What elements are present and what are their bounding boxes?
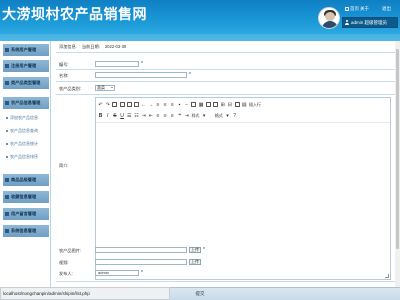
- sidebar-item-messages[interactable]: 用户留言管理: [3, 208, 49, 220]
- breadcrumb: 添加信息: 当前日期: 2022-03-30: [59, 44, 127, 49]
- header-stripe: [0, 34, 400, 41]
- number-label: 编号:: [59, 62, 69, 67]
- sidebar: 系统用户管理 注册用户管理 类产品类型管理 农产品信息管理 添加农产品信息 农产…: [0, 41, 51, 300]
- align-left-icon[interactable]: ≡: [156, 102, 161, 108]
- submit-button[interactable]: 提交: [180, 289, 220, 298]
- main-form: 添加信息: 当前日期: 2022-03-30 编号: * 名称: * 农产品类别: …: [56, 41, 400, 287]
- fullscreen-icon[interactable]: [234, 102, 240, 107]
- redo2-icon[interactable]: →: [148, 102, 153, 108]
- bold-icon[interactable]: B: [98, 113, 103, 119]
- link-icon[interactable]: ⊞: [220, 102, 225, 108]
- menu-icon: [5, 229, 9, 233]
- video-input[interactable]: [95, 259, 187, 265]
- indent2-icon[interactable]: ⇥: [184, 113, 189, 119]
- sidebar-item-product-types[interactable]: 类产品类型管理: [3, 77, 49, 89]
- strike-icon[interactable]: S: [112, 113, 117, 119]
- minus-icon[interactable]: −: [184, 102, 189, 108]
- align-center2-icon[interactable]: ≡: [163, 113, 168, 119]
- image-label: 农产品图片:: [59, 248, 82, 253]
- media-icon[interactable]: [213, 102, 218, 107]
- user-badge[interactable]: admin 超级管理员: [342, 17, 398, 28]
- logout-link[interactable]: 退出: [382, 6, 391, 12]
- bullet-icon: [6, 116, 8, 119]
- insert-more[interactable]: 插入行: [249, 102, 261, 108]
- undo-icon[interactable]: ←: [141, 102, 146, 108]
- redo-icon[interactable]: ↷: [105, 102, 110, 108]
- print-icon[interactable]: [119, 102, 125, 107]
- menu-icon: [5, 101, 9, 105]
- video-label: 视频:: [59, 260, 69, 265]
- publisher-label: 发布人:: [59, 271, 73, 276]
- sidebar-item-grade[interactable]: 商品品级管理: [3, 174, 49, 186]
- italic-icon[interactable]: I: [105, 113, 110, 119]
- align-right-icon[interactable]: ≡: [170, 102, 175, 108]
- table-icon[interactable]: ▦: [199, 102, 204, 108]
- number-input[interactable]: [95, 61, 139, 67]
- sidebar-item-system-users[interactable]: 系统用户管理: [3, 44, 49, 56]
- editor-toolbar-1: ↶ ↷ ← → ≡ ≡ ≡ ▪ − ▦ ⊞ ⊟ ▤ 插入行: [98, 100, 261, 109]
- status-url: localhost/nongchanpin/admin/shipin/list.…: [0, 287, 170, 300]
- home-icon: [345, 7, 349, 11]
- menu-icon: [5, 64, 9, 68]
- editor-toolbar-2: B I S U ☰ ☷ ⇥ ⇤ ≡ ≡ ≡ ❝ ⇥ 样式 ▾ 格式 ▾ ?: [98, 111, 237, 120]
- upload-image-button[interactable]: 上传: [189, 247, 201, 253]
- category-label: 农产品类别:: [59, 86, 82, 91]
- align-right2-icon[interactable]: ≡: [170, 113, 175, 119]
- sidebar-sub-query-product[interactable]: 农产品信息查询: [6, 126, 48, 135]
- menu-icon: [5, 212, 9, 216]
- sidebar-sub-sort-product[interactable]: 农产品信息排序: [6, 152, 48, 161]
- bullet-icon: [6, 142, 8, 145]
- page-scrollbar[interactable]: [395, 41, 400, 287]
- intro-label: 简介:: [59, 163, 69, 168]
- quote-icon[interactable]: ❝: [177, 113, 182, 119]
- list-ordered-icon[interactable]: ☰: [127, 113, 132, 119]
- about-link[interactable]: 关于: [360, 6, 369, 12]
- menu-icon: [5, 195, 9, 199]
- upload-video-button[interactable]: 上传: [189, 259, 201, 265]
- category-select[interactable]: 蔬菜: [95, 85, 115, 91]
- underline-icon[interactable]: U: [120, 113, 125, 119]
- help-icon[interactable]: ?: [232, 113, 237, 119]
- sidebar-item-product-info[interactable]: 农产品信息管理: [3, 97, 49, 109]
- name-input[interactable]: [95, 72, 187, 78]
- bullet-icon: [6, 129, 8, 132]
- align-center-icon[interactable]: ≡: [163, 102, 168, 108]
- bullet-icon: [6, 155, 8, 158]
- paste-icon[interactable]: [133, 102, 139, 107]
- home-link[interactable]: 首页: [345, 6, 359, 12]
- style-select[interactable]: 样式: [191, 113, 199, 119]
- chevron-down-icon[interactable]: ▾: [225, 113, 230, 119]
- code-icon[interactable]: ▪: [177, 102, 182, 108]
- scrollbar-thumb[interactable]: [396, 49, 399, 249]
- sidebar-sub-add-product[interactable]: 添加农产品信息: [6, 113, 48, 122]
- sidebar-item-system-info[interactable]: 系统信息管理: [3, 225, 49, 237]
- chevron-down-icon[interactable]: ▾: [202, 113, 207, 119]
- image-input[interactable]: [95, 247, 187, 253]
- sidebar-item-registered-users[interactable]: 注册用户管理: [3, 60, 49, 72]
- clear-icon[interactable]: ▤: [242, 102, 247, 108]
- sidebar-item-favorites[interactable]: 收藏信息管理: [3, 191, 49, 203]
- sidebar-sub-stat-product[interactable]: 农产品信息统计: [6, 139, 48, 148]
- user-icon: [345, 20, 349, 25]
- template-icon[interactable]: [112, 102, 118, 107]
- resize-handle-icon[interactable]: [385, 274, 389, 278]
- flash-icon[interactable]: [205, 102, 211, 107]
- avatar[interactable]: [318, 7, 340, 29]
- menu-icon: [5, 81, 9, 85]
- menu-icon: [5, 48, 9, 52]
- align-left2-icon[interactable]: ≡: [156, 113, 161, 119]
- indent-icon[interactable]: ⇥: [141, 113, 146, 119]
- name-label: 名称:: [59, 73, 69, 78]
- preview-icon[interactable]: [126, 102, 132, 107]
- image-icon[interactable]: [191, 102, 197, 107]
- list-bullet-icon[interactable]: ☷: [134, 113, 139, 119]
- outdent-icon[interactable]: ⇤: [148, 113, 153, 119]
- format-select[interactable]: 格式: [215, 113, 223, 119]
- site-title: 大涝坝村农产品销售网: [2, 7, 147, 23]
- source-icon[interactable]: ↶: [98, 102, 103, 108]
- unlink-icon[interactable]: ⊟: [227, 102, 232, 108]
- header-bar: 大涝坝村农产品销售网 首页 关于 退出 admin 超级管理员: [0, 0, 400, 41]
- publisher-input[interactable]: admin: [95, 270, 139, 276]
- menu-icon: [5, 178, 9, 182]
